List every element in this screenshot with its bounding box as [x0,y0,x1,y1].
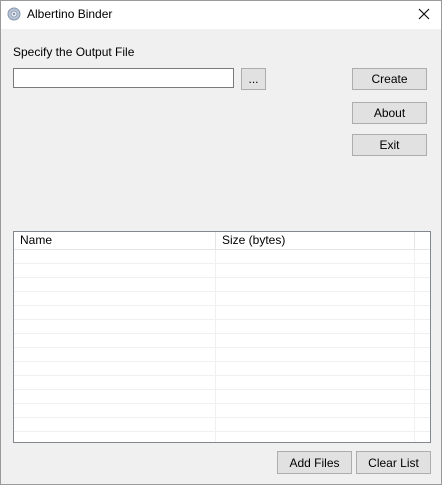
column-header-filler [415,232,430,249]
file-list[interactable]: Name Size (bytes) [13,231,431,443]
client-area: Specify the Output File ... Create About… [1,29,441,484]
column-divider [414,250,415,442]
create-button[interactable]: Create [352,68,427,90]
column-divider [215,250,216,442]
output-file-label: Specify the Output File [13,45,135,59]
output-file-input[interactable] [13,68,234,88]
close-button[interactable] [407,1,441,29]
app-window: Albertino Binder Specify the Output File… [0,0,442,485]
column-header-size[interactable]: Size (bytes) [216,232,415,249]
app-gear-icon [7,7,21,21]
add-files-button[interactable]: Add Files [277,451,352,474]
window-title: Albertino Binder [27,7,113,21]
about-button[interactable]: About [352,102,427,124]
file-list-header: Name Size (bytes) [14,232,430,250]
file-list-body[interactable] [14,250,430,442]
title-bar[interactable]: Albertino Binder [1,1,441,29]
clear-list-button[interactable]: Clear List [356,451,431,474]
browse-button[interactable]: ... [241,68,266,90]
close-icon [418,8,430,23]
exit-button[interactable]: Exit [352,134,427,156]
column-header-name[interactable]: Name [14,232,216,249]
